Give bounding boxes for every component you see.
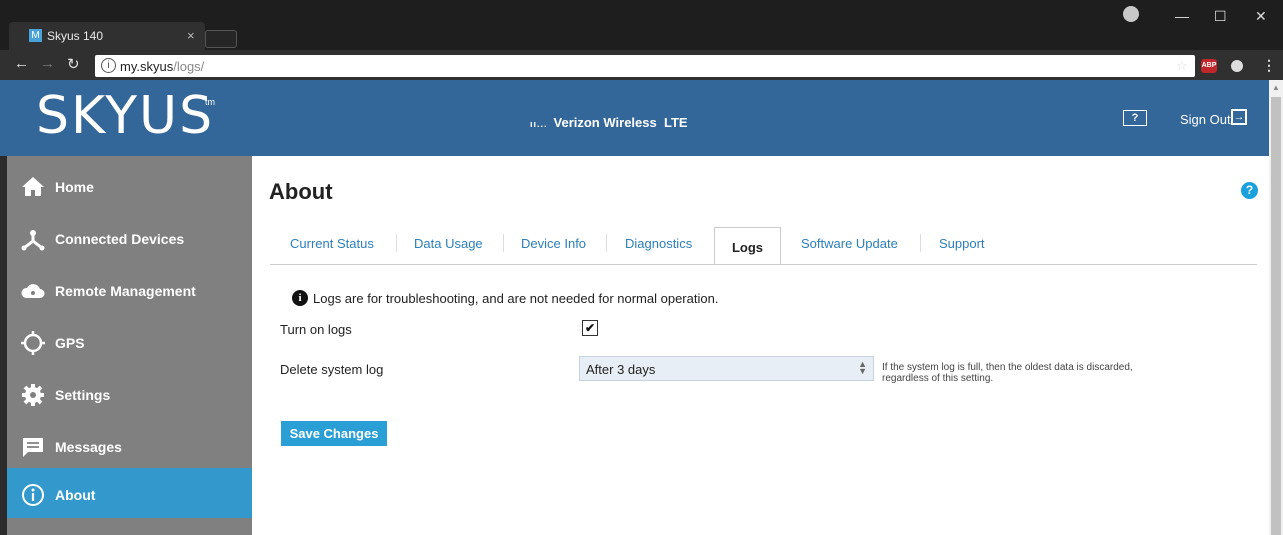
tab-title: Skyus 140	[47, 29, 104, 43]
favicon-icon: M	[29, 29, 42, 42]
minimize-icon[interactable]: —	[1175, 8, 1189, 24]
select-arrows-icon: ▲ ▼	[858, 359, 867, 376]
page-title: About	[269, 179, 333, 204]
connected-devices-icon	[21, 230, 45, 251]
sidebar-item-connected-devices[interactable]: Connected Devices	[7, 212, 252, 264]
browser-tab[interactable]: M Skyus 140 ×	[9, 22, 205, 50]
select-value: After 3 days	[586, 362, 656, 377]
reload-icon[interactable]: ↻	[67, 55, 80, 73]
note-line-1: If the system log is full, then the olde…	[882, 362, 1133, 373]
carrier-status: ıı... Verizon Wireless LTE	[530, 115, 688, 130]
profile-icon[interactable]	[1123, 6, 1139, 22]
tab-data-usage[interactable]: Data Usage	[414, 236, 483, 251]
gear-icon	[22, 384, 44, 406]
save-changes-button[interactable]: Save Changes	[281, 421, 387, 446]
help-icon[interactable]: ?	[1241, 182, 1258, 199]
delete-log-note: If the system log is full, then the olde…	[882, 362, 1133, 384]
sidebar-item-label: Connected Devices	[55, 231, 185, 247]
message-icon	[23, 438, 43, 457]
url-path: /logs/	[173, 59, 205, 74]
address-bar[interactable]	[95, 55, 1195, 77]
signal-bars-icon: ıı...	[530, 119, 548, 129]
sidebar-item-label: Home	[55, 179, 94, 195]
home-icon	[22, 177, 44, 196]
cloud-icon	[21, 284, 45, 298]
sidebar-item-label: Settings	[55, 387, 111, 403]
info-message: Logs are for troubleshooting, and are no…	[313, 291, 719, 306]
url-text[interactable]: my.skyus/logs/	[120, 59, 204, 74]
sidebar-item-remote-management[interactable]: Remote Management	[7, 264, 252, 316]
sign-out-icon[interactable]: →	[1231, 109, 1247, 125]
new-tab-button[interactable]	[205, 30, 237, 48]
tab-current-status[interactable]: Current Status	[290, 236, 374, 251]
tab-separator	[920, 234, 921, 252]
scroll-up-arrow[interactable]: ▲	[1272, 83, 1280, 92]
skyus-logo[interactable]: SKYUS	[36, 86, 214, 146]
tab-separator	[606, 234, 607, 252]
carrier-name: Verizon Wireless	[553, 115, 657, 130]
info-circle-icon	[22, 484, 44, 506]
sidebar-item-label: GPS	[55, 335, 85, 351]
site-info-icon[interactable]: i	[101, 58, 116, 73]
turn-on-logs-checkbox[interactable]: ✔	[582, 320, 598, 336]
tab-label: Logs	[731, 240, 764, 255]
back-icon[interactable]: ←	[14, 55, 29, 72]
sidebar-item-gps[interactable]: GPS	[7, 316, 252, 368]
tab-logs[interactable]: Logs	[714, 227, 781, 265]
bookmark-star-icon[interactable]: ☆	[1176, 58, 1188, 74]
tab-device-info[interactable]: Device Info	[521, 236, 586, 251]
tab-separator	[396, 234, 397, 252]
browser-menu-icon[interactable]: ⋮	[1262, 57, 1276, 74]
help-icon[interactable]: ?	[1123, 110, 1147, 126]
maximize-icon[interactable]: ☐	[1214, 8, 1227, 25]
tab-software-update[interactable]: Software Update	[801, 236, 898, 251]
sidebar-item-label: Messages	[55, 439, 122, 455]
network-type: LTE	[663, 115, 688, 130]
logo-trademark: tm	[205, 97, 215, 107]
sidebar-item-messages[interactable]: Messages	[7, 420, 252, 472]
adblock-icon[interactable]: ABP	[1201, 59, 1217, 73]
note-line-2: regardless of this setting.	[882, 373, 994, 384]
tab-support[interactable]: Support	[939, 236, 985, 251]
sidebar-item-about[interactable]: About	[7, 468, 252, 518]
delete-system-log-select[interactable]: After 3 days ▲ ▼	[579, 356, 874, 381]
sidebar-item-label: Remote Management	[55, 283, 196, 299]
close-window-icon[interactable]: ✕	[1255, 8, 1267, 25]
scrollbar-thumb[interactable]	[1271, 97, 1281, 535]
tab-diagnostics[interactable]: Diagnostics	[625, 236, 692, 251]
sidebar-item-label: About	[55, 487, 96, 503]
url-host: my.skyus	[120, 59, 174, 74]
forward-icon[interactable]: →	[40, 55, 55, 72]
delete-system-log-label: Delete system log	[280, 362, 384, 377]
extension-icon[interactable]	[1231, 60, 1243, 72]
tab-separator	[503, 234, 504, 252]
tab-close-icon[interactable]: ×	[187, 28, 195, 43]
turn-on-logs-label: Turn on logs	[280, 322, 352, 337]
sidebar-item-home[interactable]: Home	[7, 160, 252, 212]
info-icon: i	[292, 290, 308, 306]
tabs-divider	[270, 264, 1257, 265]
gps-icon	[21, 331, 45, 355]
sign-out-link[interactable]: Sign Out	[1180, 112, 1231, 127]
sidebar-item-settings[interactable]: Settings	[7, 368, 252, 420]
